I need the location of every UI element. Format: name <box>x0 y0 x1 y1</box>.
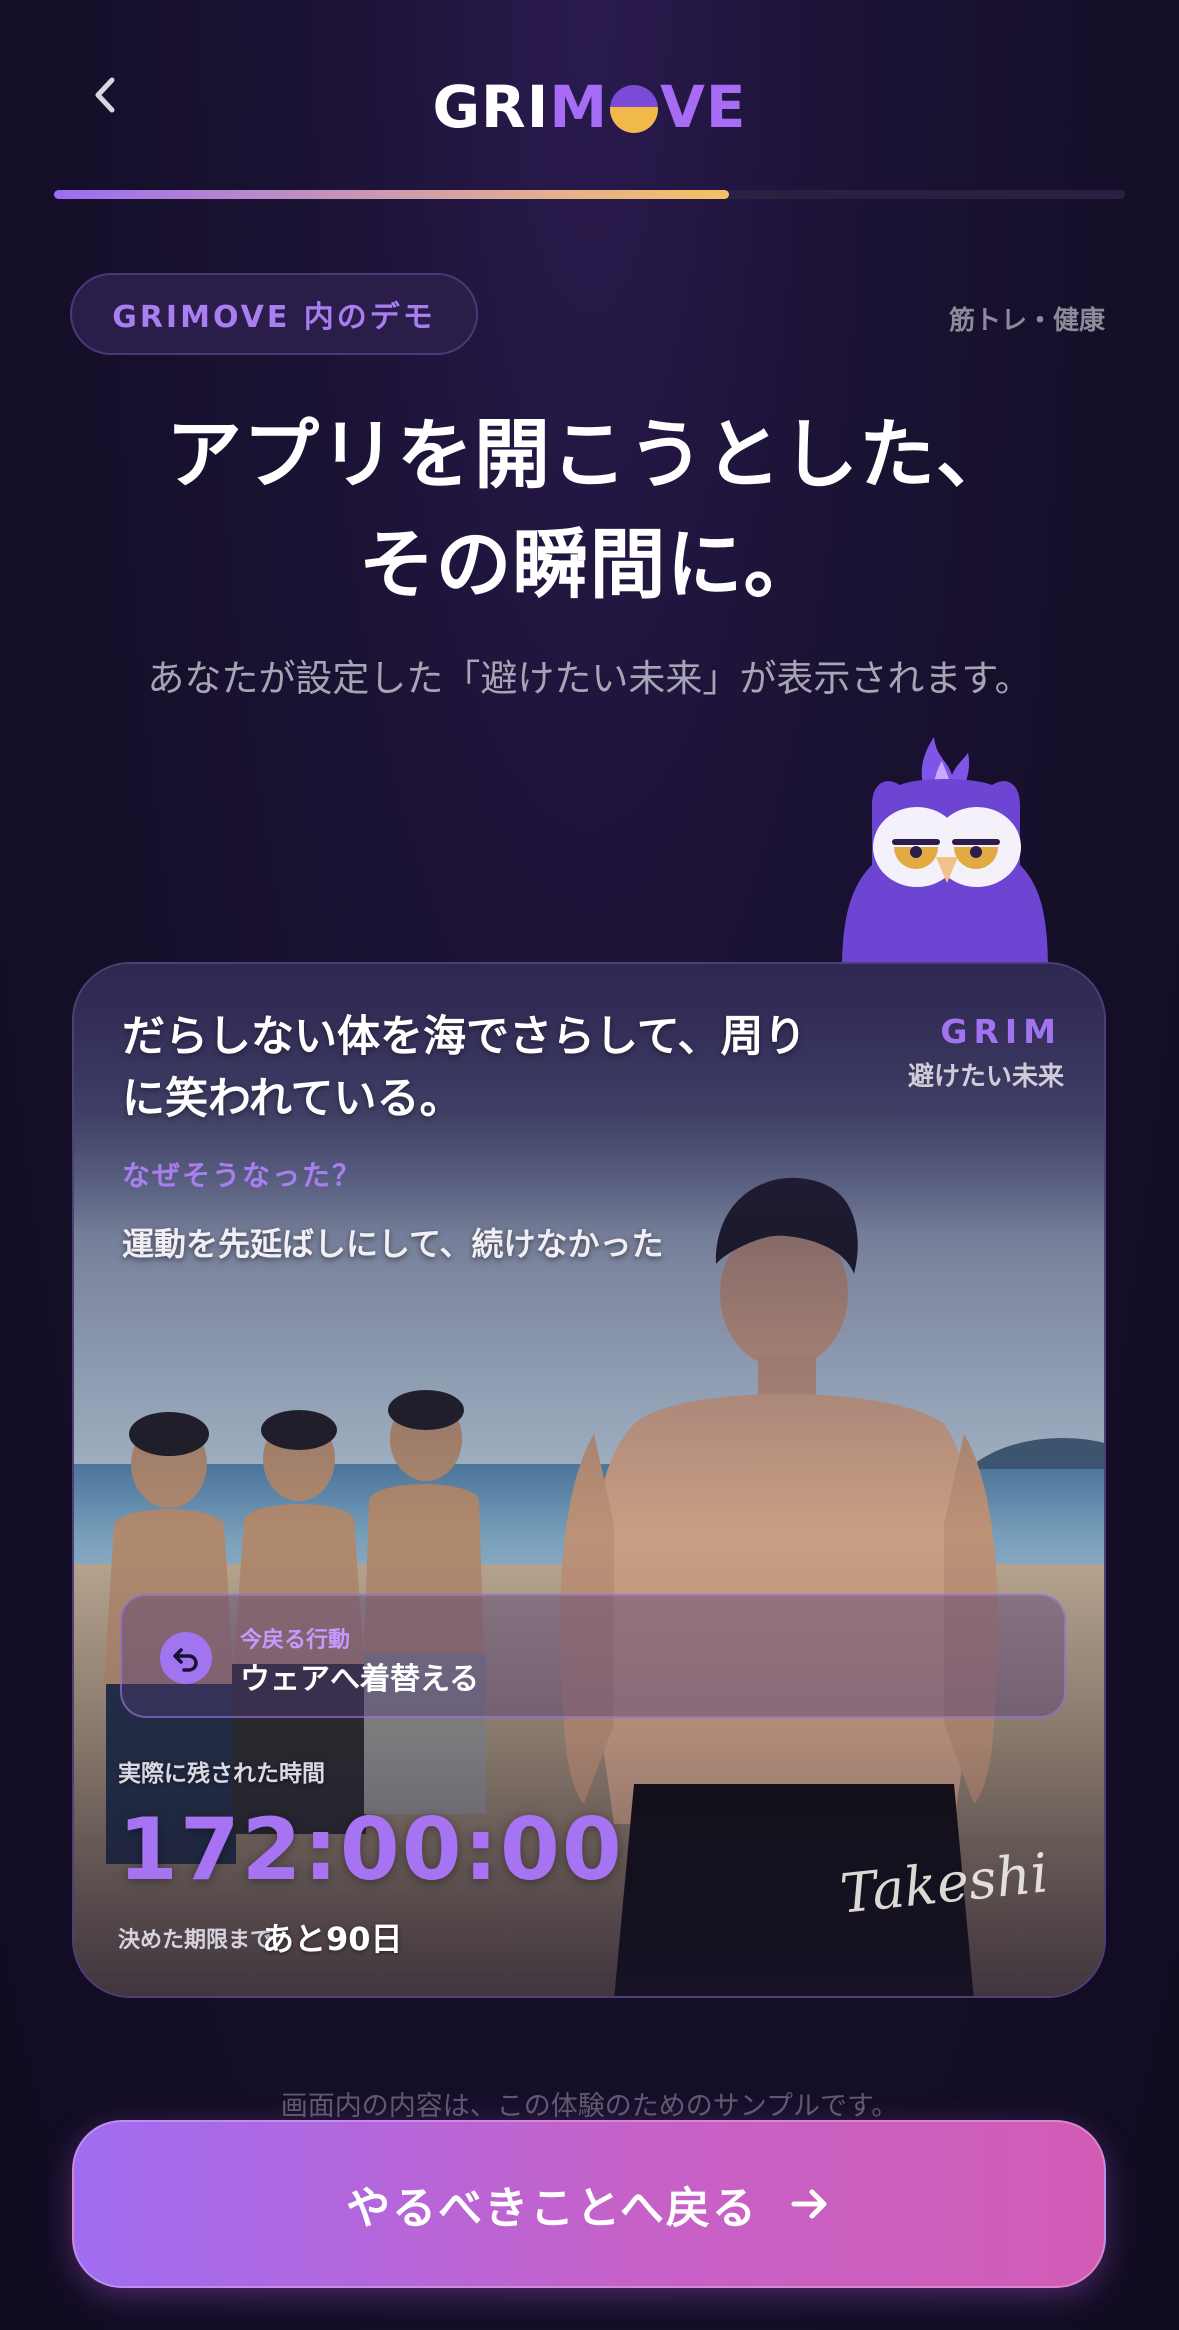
app-logo: GRI M VE <box>0 72 1179 142</box>
arrow-right-icon <box>791 2189 827 2219</box>
deadline-value: あと90日 <box>262 1920 403 1958</box>
category-label: 筋トレ・健康 <box>948 306 1105 336</box>
logo-eye-icon <box>610 85 659 133</box>
page-title: アプリを開こうとした、 その瞬間に。 <box>0 400 1179 620</box>
progress-fill <box>54 190 729 199</box>
remaining-time-label: 実際に残された時間 <box>118 1761 325 1787</box>
return-action-box: 今戻る行動 ウェアへ着替える <box>120 1594 1066 1718</box>
countdown-timer: 172:00:00 <box>118 1800 624 1900</box>
future-title-line-2: に笑われている。 <box>122 1074 463 1124</box>
logo-text-end: VE <box>660 73 747 141</box>
future-title: だらしない体を海でさらして、周り に笑われている。 <box>122 1006 842 1130</box>
owl-mascot-icon <box>842 737 1048 970</box>
demo-card: だらしない体を海でさらして、周り に笑われている。 GRIM 避けたい未来 なぜ… <box>72 962 1106 1998</box>
why-text: 運動を先延ばしにして、続けなかった <box>122 1225 664 1263</box>
title-line-1: アプリを開こうとした、 <box>166 410 1013 499</box>
why-label: なぜそうなった？ <box>122 1159 363 1192</box>
sample-disclaimer: 画面内の内容は、この体験のためのサンプルです。 <box>280 2091 899 2122</box>
cta-label: やるべきことへ戻る <box>346 2183 758 2234</box>
demo-badge: GRIMOVE 内のデモ <box>70 273 478 355</box>
logo-text-m: M <box>549 73 609 141</box>
undo-arrow-icon <box>160 1632 212 1684</box>
return-to-task-button[interactable]: やるべきことへ戻る <box>72 2120 1106 2288</box>
page-subtitle: あなたが設定した「避けたい未来」が表示されます。 <box>147 657 1032 700</box>
logo-text-start: GRI <box>432 73 550 141</box>
action-label: 今戻る行動 <box>240 1628 351 1653</box>
grim-label: GRIM <box>940 1012 1062 1051</box>
future-title-line-1: だらしない体を海でさらして、周り <box>122 1012 807 1062</box>
action-text: ウェアへ着替える <box>240 1662 480 1697</box>
grim-sublabel: 避けたい未来 <box>907 1062 1064 1092</box>
title-line-2: その瞬間に。 <box>358 520 821 609</box>
deadline-label: 決めた期限まで <box>118 1928 273 1953</box>
